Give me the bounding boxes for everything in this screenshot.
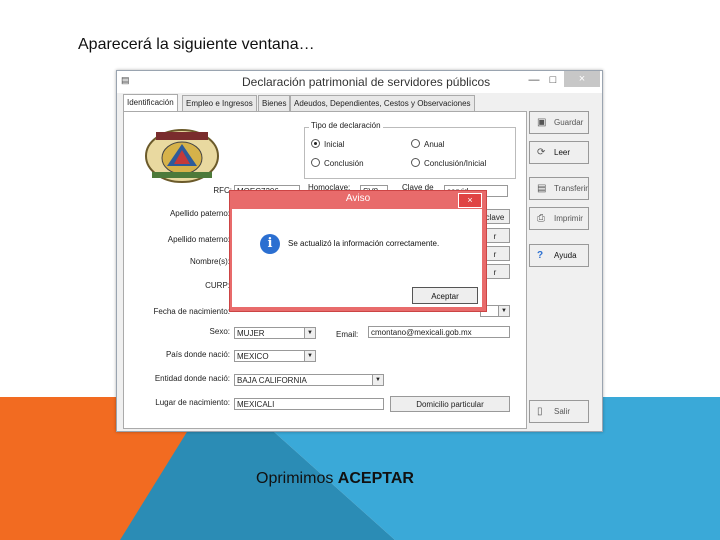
chevron-down-icon: ▼ (304, 328, 315, 338)
rfc-label: RFC: (213, 186, 232, 195)
minimize-button[interactable]: — (525, 73, 543, 87)
curp-label: CURP: (205, 281, 230, 290)
sexo-label: Sexo: (209, 327, 230, 336)
entidad-value: BAJA CALIFORNIA (237, 376, 307, 385)
radio-anual[interactable]: Anual (411, 139, 445, 149)
aceptar-button[interactable]: Aceptar (412, 287, 478, 304)
aviso-dialog: Aviso × i Se actualizó la información co… (229, 190, 487, 312)
sexo-select[interactable]: MUJER ▼ (234, 327, 316, 339)
ayuda-button[interactable]: ? Ayuda (529, 244, 589, 267)
entidad-label: Entidad donde nació: (154, 374, 230, 383)
guardar-label: Guardar (554, 118, 584, 127)
fecha-nacimiento-label: Fecha de nacimiento: (153, 307, 231, 316)
transferir-button[interactable]: ▤ Transferir (529, 177, 589, 200)
sexo-value: MUJER (237, 329, 265, 338)
imprimir-label: Imprimir (554, 214, 583, 223)
ayuda-label: Ayuda (554, 251, 577, 260)
radio-icon (411, 139, 420, 149)
radio-conclusion-inicial[interactable]: Conclusión/Inicial (411, 158, 487, 168)
radio-label: Anual (424, 140, 445, 149)
leer-label: Leer (554, 148, 571, 157)
radio-icon (411, 158, 420, 168)
domicilio-particular-button[interactable]: Domicilio particular (390, 396, 510, 412)
tipo-declaracion-legend: Tipo de declaración (309, 121, 383, 130)
radio-label: Conclusión/Inicial (424, 159, 487, 168)
tab-bienes[interactable]: Bienes (258, 95, 291, 111)
window-titlebar[interactable]: ▤ Declaración patrimonial de servidores … (117, 71, 602, 93)
entidad-select[interactable]: BAJA CALIFORNIA ▼ (234, 374, 384, 386)
tipo-declaracion-group: Tipo de declaración Inicial Anual Conclu… (304, 121, 516, 179)
tab-adeudos[interactable]: Adeudos, Dependientes, Cestos y Observac… (290, 95, 475, 111)
radio-selected-icon (311, 139, 320, 149)
slide-title: Aparecerá la siguiente ventana… (78, 36, 315, 53)
imprimir-button[interactable]: ⎙ Imprimir (529, 207, 589, 230)
pais-value: MEXICO (237, 352, 269, 361)
tab-identificacion[interactable]: Identificación (123, 94, 178, 111)
radio-icon (311, 158, 320, 168)
apellido-paterno-label: Apellido paterno: (169, 209, 230, 218)
salir-button[interactable]: ▯ Salir (529, 400, 589, 423)
guardar-button[interactable]: ▣ Guardar (529, 111, 589, 134)
chevron-down-icon: ▼ (498, 306, 509, 316)
salir-label: Salir (554, 407, 571, 416)
close-window-button[interactable]: × (564, 71, 600, 87)
printer-icon: ⎙ (537, 213, 545, 224)
pais-label: País donde nació: (165, 350, 230, 359)
dialog-title: Aviso (345, 193, 371, 204)
exit-icon: ▯ (537, 406, 543, 417)
email-label: Email: (336, 330, 359, 339)
slide-caption: Oprimimos ACEPTAR (256, 470, 414, 488)
help-icon: ? (537, 250, 544, 261)
info-icon: i (260, 234, 280, 254)
radio-conclusion[interactable]: Conclusión (311, 158, 364, 168)
chevron-down-icon: ▼ (372, 375, 383, 385)
caption-prefix: Oprimimos (256, 470, 338, 487)
read-icon: ⟳ (537, 147, 546, 158)
leer-button[interactable]: ⟳ Leer (529, 141, 589, 164)
institution-logo (145, 129, 219, 183)
apellido-materno-label: Apellido materno: (167, 235, 230, 244)
lugar-label: Lugar de nacimiento: (155, 398, 230, 407)
caption-bold: ACEPTAR (337, 470, 414, 487)
app-icon: ▤ (121, 75, 130, 85)
maximize-button[interactable]: □ (544, 73, 562, 87)
radio-label: Inicial (324, 140, 345, 149)
save-icon: ▣ (537, 117, 547, 128)
radio-inicial[interactable]: Inicial (311, 139, 345, 149)
chevron-down-icon: ▼ (304, 351, 315, 361)
dialog-message: Se actualizó la información correctament… (288, 239, 440, 248)
dialog-close-button[interactable]: × (458, 193, 482, 208)
email-field[interactable]: cmontano@mexicali.gob.mx (368, 326, 510, 338)
radio-label: Conclusión (324, 159, 364, 168)
tab-empleo-ingresos[interactable]: Empleo e Ingresos (182, 95, 257, 111)
window-title: Declaración patrimonial de servidores pú… (242, 75, 491, 89)
dialog-body: i Se actualizó la información correctame… (232, 209, 482, 307)
pais-select[interactable]: MEXICO ▼ (234, 350, 316, 362)
transfer-icon: ▤ (537, 183, 547, 194)
transferir-label: Transferir (554, 184, 588, 193)
nombre-label: Nombre(s): (189, 257, 230, 266)
lugar-field[interactable]: MEXICALI (234, 398, 384, 410)
